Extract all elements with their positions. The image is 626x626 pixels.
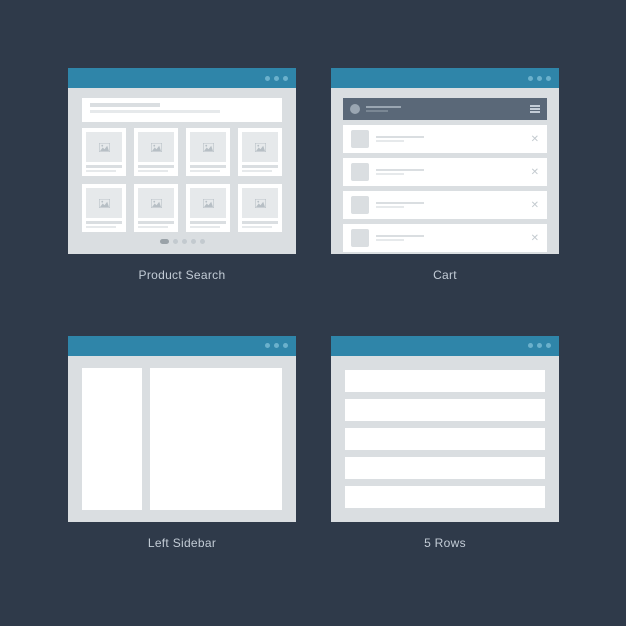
remove-icon[interactable]: ✕ bbox=[531, 233, 539, 244]
avatar-icon bbox=[350, 104, 360, 114]
list-row[interactable] bbox=[345, 457, 545, 479]
window-control-dot[interactable] bbox=[546, 343, 551, 348]
window-control-dot[interactable] bbox=[265, 343, 270, 348]
list-row[interactable] bbox=[345, 428, 545, 450]
pager-dot[interactable] bbox=[173, 239, 178, 244]
image-icon bbox=[99, 143, 110, 152]
caption: Cart bbox=[433, 268, 457, 282]
pager-dot[interactable] bbox=[191, 239, 196, 244]
window-body bbox=[331, 356, 559, 522]
titlebar bbox=[331, 68, 559, 88]
window-body bbox=[68, 356, 296, 522]
window-control-dot[interactable] bbox=[274, 343, 279, 348]
search-header bbox=[82, 98, 282, 122]
product-card[interactable] bbox=[82, 184, 126, 232]
image-icon bbox=[203, 199, 214, 208]
window-control-dot[interactable] bbox=[537, 343, 542, 348]
window-control-dot[interactable] bbox=[537, 76, 542, 81]
caption: 5 Rows bbox=[424, 536, 466, 550]
product-card[interactable] bbox=[82, 128, 126, 176]
cart-item[interactable]: ✕ bbox=[343, 191, 547, 219]
titlebar bbox=[68, 68, 296, 88]
product-card[interactable] bbox=[134, 128, 178, 176]
product-card[interactable] bbox=[238, 128, 282, 176]
window: ✕ ✕ ✕ ✕ bbox=[331, 68, 559, 254]
image-icon bbox=[151, 199, 162, 208]
window bbox=[331, 336, 559, 522]
caption: Product Search bbox=[139, 268, 226, 282]
cart-header bbox=[343, 98, 547, 120]
titlebar bbox=[331, 336, 559, 356]
pager-dot[interactable] bbox=[200, 239, 205, 244]
cart-items: ✕ ✕ ✕ ✕ bbox=[343, 125, 547, 252]
list-row[interactable] bbox=[345, 399, 545, 421]
image-icon bbox=[203, 143, 214, 152]
cart-item[interactable]: ✕ bbox=[343, 158, 547, 186]
pager bbox=[68, 239, 296, 244]
window-control-dot[interactable] bbox=[528, 76, 533, 81]
wireframe-five-rows: 5 Rows bbox=[331, 336, 559, 569]
pager-dot[interactable] bbox=[182, 239, 187, 244]
window-body bbox=[68, 88, 296, 254]
thumb-icon bbox=[351, 196, 369, 214]
product-card[interactable] bbox=[134, 184, 178, 232]
window-control-dot[interactable] bbox=[528, 343, 533, 348]
wireframe-left-sidebar: Left Sidebar bbox=[68, 336, 296, 569]
titlebar bbox=[68, 336, 296, 356]
main-panel bbox=[150, 368, 282, 510]
remove-icon[interactable]: ✕ bbox=[531, 200, 539, 211]
window bbox=[68, 68, 296, 254]
caption: Left Sidebar bbox=[148, 536, 216, 550]
thumb-icon bbox=[351, 130, 369, 148]
list-row[interactable] bbox=[345, 370, 545, 392]
product-card[interactable] bbox=[186, 128, 230, 176]
wireframe-cart: ✕ ✕ ✕ ✕ Cart bbox=[331, 68, 559, 301]
remove-icon[interactable]: ✕ bbox=[531, 134, 539, 145]
pager-dot[interactable] bbox=[160, 239, 169, 244]
sidebar-panel bbox=[82, 368, 142, 510]
image-icon bbox=[255, 199, 266, 208]
window bbox=[68, 336, 296, 522]
thumb-icon bbox=[351, 229, 369, 247]
window-control-dot[interactable] bbox=[546, 76, 551, 81]
thumb-icon bbox=[351, 163, 369, 181]
remove-icon[interactable]: ✕ bbox=[531, 167, 539, 178]
cart-item[interactable]: ✕ bbox=[343, 224, 547, 252]
window-control-dot[interactable] bbox=[283, 76, 288, 81]
product-grid bbox=[82, 128, 282, 232]
wireframe-product-search: Product Search bbox=[68, 68, 296, 301]
window-control-dot[interactable] bbox=[265, 76, 270, 81]
window-control-dot[interactable] bbox=[283, 343, 288, 348]
image-icon bbox=[99, 199, 110, 208]
product-card[interactable] bbox=[238, 184, 282, 232]
window-body: ✕ ✕ ✕ ✕ bbox=[331, 88, 559, 254]
window-control-dot[interactable] bbox=[274, 76, 279, 81]
image-icon bbox=[151, 143, 162, 152]
cart-item[interactable]: ✕ bbox=[343, 125, 547, 153]
product-card[interactable] bbox=[186, 184, 230, 232]
image-icon bbox=[255, 143, 266, 152]
menu-icon[interactable] bbox=[530, 105, 540, 113]
list-row[interactable] bbox=[345, 486, 545, 508]
